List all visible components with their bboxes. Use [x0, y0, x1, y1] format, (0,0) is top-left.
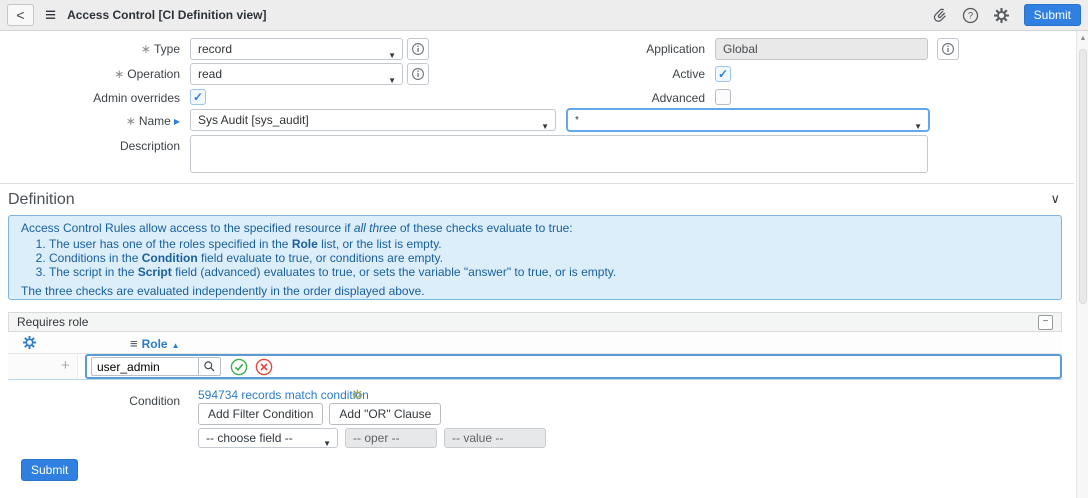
- page-title: Access Control [CI Definition view]: [67, 8, 266, 22]
- name-field-select[interactable]: * ▼: [566, 108, 930, 132]
- row-expand-cell: +: [8, 354, 78, 379]
- definition-section-header: Definition ∨: [0, 183, 1074, 210]
- collapse-section-button[interactable]: −: [1038, 315, 1053, 330]
- info-icon: [411, 67, 425, 81]
- scrollbar-thumb[interactable]: [1079, 49, 1087, 304]
- info-icon: [941, 42, 955, 56]
- operation-select[interactable]: read ▼: [190, 63, 403, 85]
- add-or-clause-button[interactable]: Add "OR" Clause: [329, 403, 441, 425]
- info-intro: Access Control Rules allow access to the…: [21, 222, 1049, 235]
- choose-field-select[interactable]: -- choose field -- ▼: [198, 428, 338, 448]
- operation-label: ∗Operation: [10, 63, 180, 85]
- expand-reference-icon[interactable]: ▶: [174, 117, 180, 126]
- search-icon: [203, 360, 216, 373]
- application-field[interactable]: [715, 38, 928, 60]
- chevron-down-icon[interactable]: ∨: [1050, 191, 1060, 207]
- dropdown-caret-icon: ▼: [914, 118, 922, 136]
- operation-info-button[interactable]: [407, 63, 429, 85]
- info-check-list: The user has one of the roles specified …: [21, 238, 1049, 279]
- definition-section-title: Definition: [8, 191, 75, 209]
- checkmark-icon: ✓: [718, 68, 728, 80]
- application-label: Application: [535, 38, 705, 60]
- add-filter-condition-button[interactable]: Add Filter Condition: [198, 403, 323, 425]
- cancel-role-button[interactable]: [255, 358, 273, 376]
- admin-overrides-checkbox[interactable]: ✓: [190, 89, 206, 105]
- submit-button-top[interactable]: Submit: [1024, 4, 1081, 26]
- column-menu-icon[interactable]: ≡: [130, 336, 138, 351]
- operator-field[interactable]: [345, 428, 437, 448]
- back-icon: <: [16, 7, 24, 23]
- checkmark-icon: ✓: [193, 91, 203, 103]
- header-bar: < ≡ Access Control [CI Definition view] …: [0, 0, 1088, 31]
- application-info-button[interactable]: [937, 38, 959, 60]
- condition-buttons: Add Filter Condition Add "OR" Clause: [198, 403, 441, 425]
- requires-role-list: Requires role − ≡Role▲ +: [8, 312, 1062, 380]
- value-field[interactable]: [444, 428, 546, 448]
- advanced-checkbox[interactable]: ✓: [715, 89, 731, 105]
- scroll-up-icon[interactable]: ▲: [1077, 35, 1088, 42]
- description-textarea[interactable]: [190, 135, 928, 173]
- info-list-item: Conditions in the Condition field evalua…: [49, 252, 1049, 265]
- svg-text:?: ?: [968, 10, 973, 21]
- advanced-label: Advanced: [535, 87, 705, 109]
- role-input[interactable]: [91, 357, 198, 376]
- type-info-button[interactable]: [407, 38, 429, 60]
- info-list-item: The script in the Script field (advanced…: [49, 266, 1049, 279]
- submit-button-bottom[interactable]: Submit: [21, 459, 78, 481]
- green-check-icon: [230, 358, 248, 376]
- type-select[interactable]: record ▼: [190, 38, 403, 60]
- sort-ascending-icon: ▲: [172, 341, 180, 350]
- records-match-link[interactable]: 594734 records match condition: [198, 388, 369, 402]
- type-label: ∗Type: [10, 38, 180, 60]
- requires-role-header: Requires role −: [8, 312, 1062, 332]
- description-label: Description: [10, 135, 180, 157]
- attachment-paperclip-icon[interactable]: [931, 6, 949, 24]
- dropdown-caret-icon: ▼: [323, 435, 331, 453]
- name-table-select[interactable]: Sys Audit [sys_audit] ▼: [190, 109, 556, 131]
- role-lookup-button[interactable]: [198, 357, 221, 376]
- condition-row: -- choose field -- ▼: [198, 428, 546, 448]
- menu-icon[interactable]: ≡: [45, 6, 56, 25]
- role-edit-cell: [85, 354, 1062, 379]
- gear-icon[interactable]: [993, 6, 1011, 24]
- info-list-item: The user has one of the roles specified …: [49, 238, 1049, 251]
- role-column-header[interactable]: ≡Role▲: [130, 336, 180, 351]
- admin-overrides-label: Admin overrides: [10, 87, 180, 109]
- red-x-icon: [255, 358, 273, 376]
- info-footer: The three checks are evaluated independe…: [21, 285, 1049, 298]
- condition-label: Condition: [10, 390, 180, 412]
- list-settings-gear-icon[interactable]: [22, 335, 37, 350]
- help-icon[interactable]: ?: [962, 6, 980, 24]
- active-label: Active: [535, 63, 705, 85]
- vertical-scrollbar[interactable]: ▲: [1076, 31, 1088, 498]
- confirm-role-button[interactable]: [230, 358, 248, 376]
- role-list-column-header-row: ≡Role▲: [8, 332, 1062, 354]
- plus-icon[interactable]: +: [61, 357, 70, 374]
- info-icon: [411, 42, 425, 56]
- active-checkbox[interactable]: ✓: [715, 66, 731, 82]
- mandatory-icon: ∗: [126, 114, 136, 128]
- name-label: ∗Name▶: [10, 110, 180, 133]
- mandatory-icon: ∗: [114, 67, 124, 81]
- acl-form-page: < ≡ Access Control [CI Definition view] …: [0, 0, 1088, 498]
- requires-role-title: Requires role: [17, 315, 88, 329]
- role-edit-row: +: [8, 354, 1062, 380]
- mandatory-icon: ∗: [141, 42, 151, 56]
- dropdown-caret-icon: ▼: [541, 117, 549, 137]
- acl-info-message: Access Control Rules allow access to the…: [8, 215, 1062, 300]
- condition-builder-toggle-icon[interactable]: [352, 389, 363, 400]
- back-button[interactable]: <: [7, 4, 34, 26]
- dropdown-caret-icon: ▼: [388, 71, 396, 91]
